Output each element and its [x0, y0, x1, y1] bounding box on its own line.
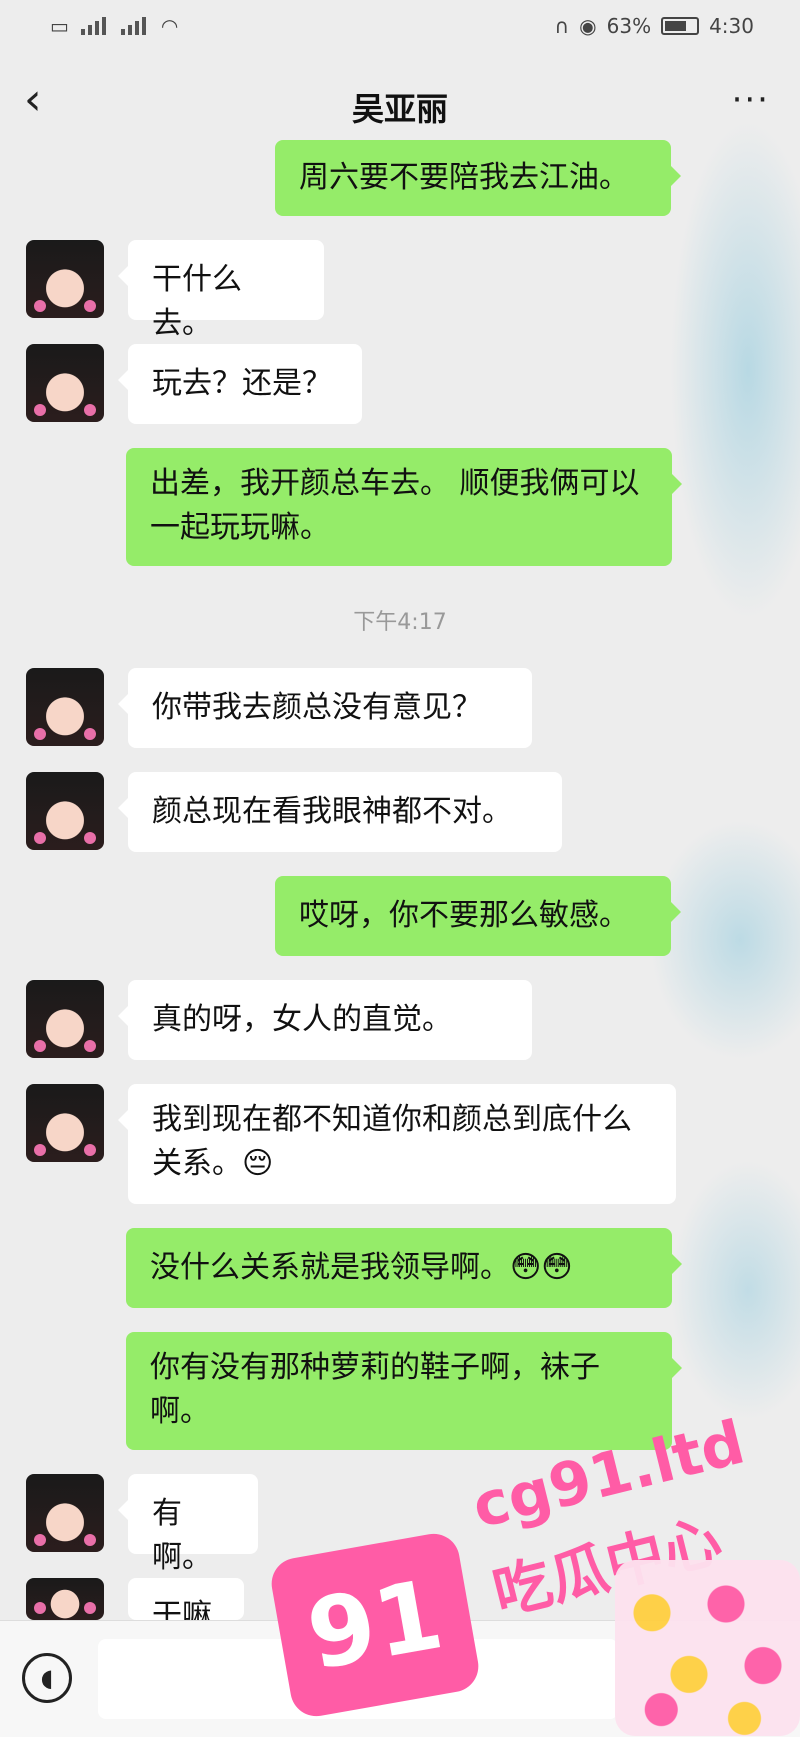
battery-icon	[661, 17, 700, 35]
background-decoration	[650, 820, 800, 1060]
message-bubble-received[interactable]: 干嘛	[128, 1578, 244, 1620]
status-left: ▭ ◠	[50, 14, 178, 38]
status-bar: ▭ ◠ ∩ ◉ 63% 4:30	[0, 0, 800, 58]
voice-icon[interactable]: ◖	[22, 1653, 72, 1703]
clock: 4:30	[709, 14, 754, 38]
background-decoration	[670, 1160, 800, 1420]
signal-icon	[120, 17, 149, 35]
message-bubble-sent[interactable]: 你有没有那种萝莉的鞋子啊，袜子啊。	[126, 1332, 682, 1450]
avatar[interactable]	[26, 1578, 104, 1620]
message-bubble-received[interactable]: 你带我去颜总没有意见？	[118, 668, 532, 748]
signal-icon	[80, 17, 109, 35]
wifi-icon: ◠	[160, 14, 179, 38]
sim-icon: ▭	[50, 14, 69, 38]
alarm-icon: ◉	[579, 14, 597, 38]
avatar[interactable]	[26, 668, 104, 746]
timestamp: 下午4:17	[353, 610, 447, 635]
status-right: ∩ ◉ 63% 4:30	[555, 14, 754, 38]
message-bubble-received[interactable]: 我到现在都不知道你和颜总到底什么关系。😔	[118, 1084, 676, 1204]
message-bubble-received[interactable]: 干什么去。	[118, 240, 324, 341]
avatar[interactable]	[26, 1474, 104, 1552]
battery-percent: 63%	[606, 14, 652, 38]
message-bubble-received[interactable]: 真的呀，女人的直觉。	[118, 980, 532, 1060]
avatar[interactable]	[26, 344, 104, 422]
avatar[interactable]	[26, 1084, 104, 1162]
message-bubble-received[interactable]: 有啊。	[118, 1474, 258, 1575]
message-bubble-sent[interactable]: 周六要不要陪我去江油。	[275, 140, 681, 216]
message-bubble-sent[interactable]: 没什么关系就是我领导啊。😳😳	[126, 1228, 682, 1308]
message-bubble-received[interactable]: 玩去？还是？	[118, 344, 362, 424]
avatar[interactable]	[26, 772, 104, 850]
watermark-logo: 91	[267, 1529, 483, 1721]
more-icon[interactable]: ···	[732, 80, 770, 120]
message-bubble-sent[interactable]: 出差，我开颜总车去。 顺便我俩可以一起玩玩嘛。	[126, 448, 682, 566]
headphones-icon: ∩	[554, 14, 570, 38]
background-decoration	[670, 120, 800, 620]
avatar[interactable]	[26, 240, 104, 318]
message-bubble-sent[interactable]: 哎呀，你不要那么敏感。	[275, 876, 681, 956]
emoji-sticker	[615, 1560, 800, 1736]
avatar[interactable]	[26, 980, 104, 1058]
message-bubble-received[interactable]: 颜总现在看我眼神都不对。	[118, 772, 562, 852]
